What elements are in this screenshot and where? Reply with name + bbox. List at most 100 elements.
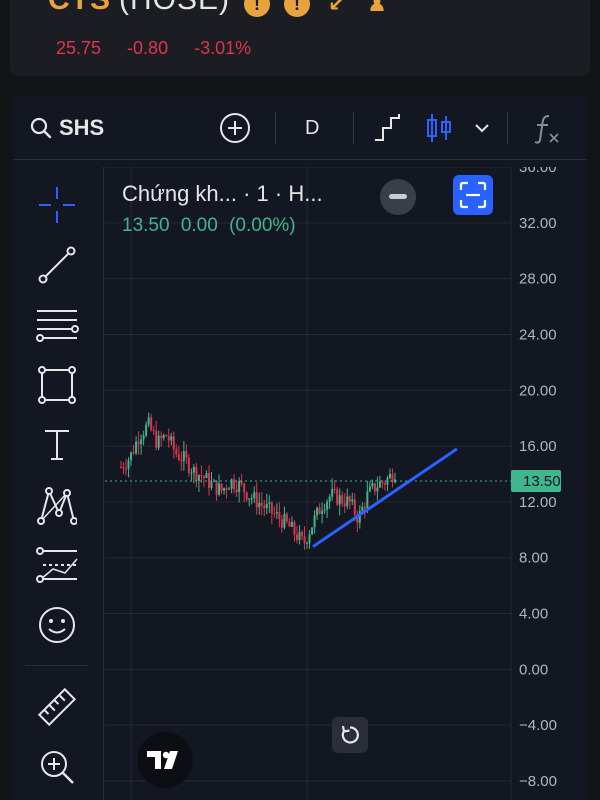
function-icon	[534, 115, 559, 144]
legend-values: 13.50 0.00 (0.00%)	[122, 215, 323, 237]
candle-body	[275, 512, 278, 514]
candle-body	[137, 441, 140, 445]
y-axis-tick-label: 24.00	[519, 326, 557, 343]
candle-body	[162, 435, 165, 439]
candle-body	[381, 481, 384, 484]
candle-body	[353, 499, 356, 515]
arrow-icon[interactable]: ↙	[324, 0, 350, 17]
candle-body	[213, 480, 216, 482]
candle-body	[147, 417, 150, 425]
chart-type-candles-button[interactable]	[425, 97, 453, 159]
candle-body	[268, 502, 271, 504]
candle-body	[235, 489, 238, 492]
emoji-tool[interactable]	[35, 603, 79, 647]
chart-type-dropdown[interactable]	[473, 97, 491, 159]
indicators-button[interactable]	[531, 97, 561, 159]
chart-legend: Chứng kh... · 1 · H... 13.50 0.00 (0.00%…	[122, 181, 323, 237]
ruler-icon	[37, 687, 77, 727]
candle-body	[207, 473, 210, 488]
fib-lines-tool[interactable]	[35, 303, 79, 347]
candle-body	[376, 487, 379, 492]
reset-chart-button[interactable]	[332, 717, 368, 753]
legend-last: 13.50	[122, 215, 170, 236]
collapse-legend-button[interactable]	[380, 179, 416, 215]
candle-body	[253, 492, 256, 499]
fullscreen-button[interactable]	[453, 175, 493, 215]
candle-body	[200, 475, 203, 477]
warning-icon[interactable]: !	[244, 0, 270, 17]
y-axis-tick-label: −8.00	[519, 773, 557, 790]
candle-body	[341, 495, 344, 504]
forecast-icon	[36, 547, 78, 583]
text-tool[interactable]	[35, 423, 79, 467]
fullscreen-icon	[459, 181, 487, 209]
rectangle-icon	[38, 366, 76, 404]
pattern-tool[interactable]	[35, 483, 79, 527]
forecast-tool[interactable]	[35, 543, 79, 587]
y-axis-tick-label: 32.00	[519, 215, 557, 232]
minus-icon	[389, 194, 407, 199]
candle-body	[336, 489, 339, 505]
trend-line-drawing	[312, 447, 458, 548]
chart-widget: SHS D 13.50 36.00 32.00 28.00 24.00 20.0…	[13, 97, 587, 800]
symbol-search-button[interactable]: SHS	[29, 97, 104, 159]
price-row: 25.75 -0.80 -3.01%	[56, 38, 251, 59]
chevron-down-icon	[475, 124, 489, 133]
compare-button[interactable]	[219, 97, 251, 159]
candle-body	[130, 452, 133, 461]
measure-tool[interactable]	[35, 685, 79, 729]
candle-body	[295, 534, 298, 541]
y-axis-tick-label: 12.00	[519, 494, 557, 511]
candle-body	[233, 479, 236, 490]
candle-body	[172, 436, 175, 450]
candle-body	[195, 467, 198, 481]
chart-type-line-button[interactable]	[373, 97, 405, 159]
zoom-tool[interactable]	[35, 745, 79, 789]
legend-title: Chứng kh... · 1 · H...	[122, 181, 323, 206]
candle-body	[238, 480, 241, 492]
candle-body	[388, 473, 391, 479]
candle-body	[311, 527, 314, 535]
candle-body	[160, 435, 163, 439]
candle-body	[368, 486, 371, 492]
trend-line-tool[interactable]	[35, 243, 79, 287]
chart-toolbar: SHS D	[13, 97, 587, 160]
candle-body	[122, 467, 125, 469]
candle-body	[175, 449, 178, 455]
info-icon[interactable]: !	[284, 0, 310, 17]
candle-body	[145, 424, 148, 436]
ticker-row: CTS(HOSE) ! ! ↙ ♟	[48, 0, 390, 20]
rectangle-tool[interactable]	[35, 363, 79, 407]
candle-body	[313, 515, 316, 528]
legend-change-pct: (0.00%)	[229, 215, 296, 236]
price-change: -0.80	[127, 38, 169, 58]
alert-person-icon[interactable]: ♟	[364, 0, 390, 17]
horizontal-lines-icon	[36, 310, 79, 342]
step-line-icon	[375, 114, 400, 141]
candle-body	[303, 536, 306, 544]
add-circle-icon	[220, 113, 250, 143]
stock-header-card: CTS(HOSE) ! ! ↙ ♟ 25.75 -0.80 -3.01%	[10, 0, 590, 76]
crosshair-tool[interactable]	[35, 183, 79, 227]
candle-body	[205, 473, 208, 478]
candle-body	[383, 483, 386, 485]
tradingview-logo[interactable]	[137, 732, 193, 788]
candle-body	[250, 498, 253, 500]
search-icon	[30, 117, 52, 139]
candle-body	[331, 488, 334, 497]
y-axis-tick-label: −4.00	[519, 717, 557, 734]
y-axis-tick-label: 20.00	[519, 382, 557, 399]
y-axis-tick-label: 36.00	[519, 167, 557, 176]
candle-body	[197, 475, 200, 481]
interval-button[interactable]: D	[305, 97, 319, 159]
candle-body	[140, 439, 143, 445]
candle-body	[165, 435, 168, 437]
chart-pane[interactable]: 13.50 36.00 32.00 28.00 24.00 20.00 16.00 12.0…	[105, 159, 587, 800]
price-chart[interactable]: 13.50 36.00 32.00 28.00 24.00 20.00 16.00 12.0…	[105, 159, 587, 800]
candle-body	[190, 472, 193, 474]
candle-body	[263, 505, 266, 509]
candle-body	[187, 457, 190, 473]
candle-body	[316, 507, 319, 516]
candle-body	[373, 483, 376, 492]
legend-change: 0.00	[180, 215, 218, 236]
